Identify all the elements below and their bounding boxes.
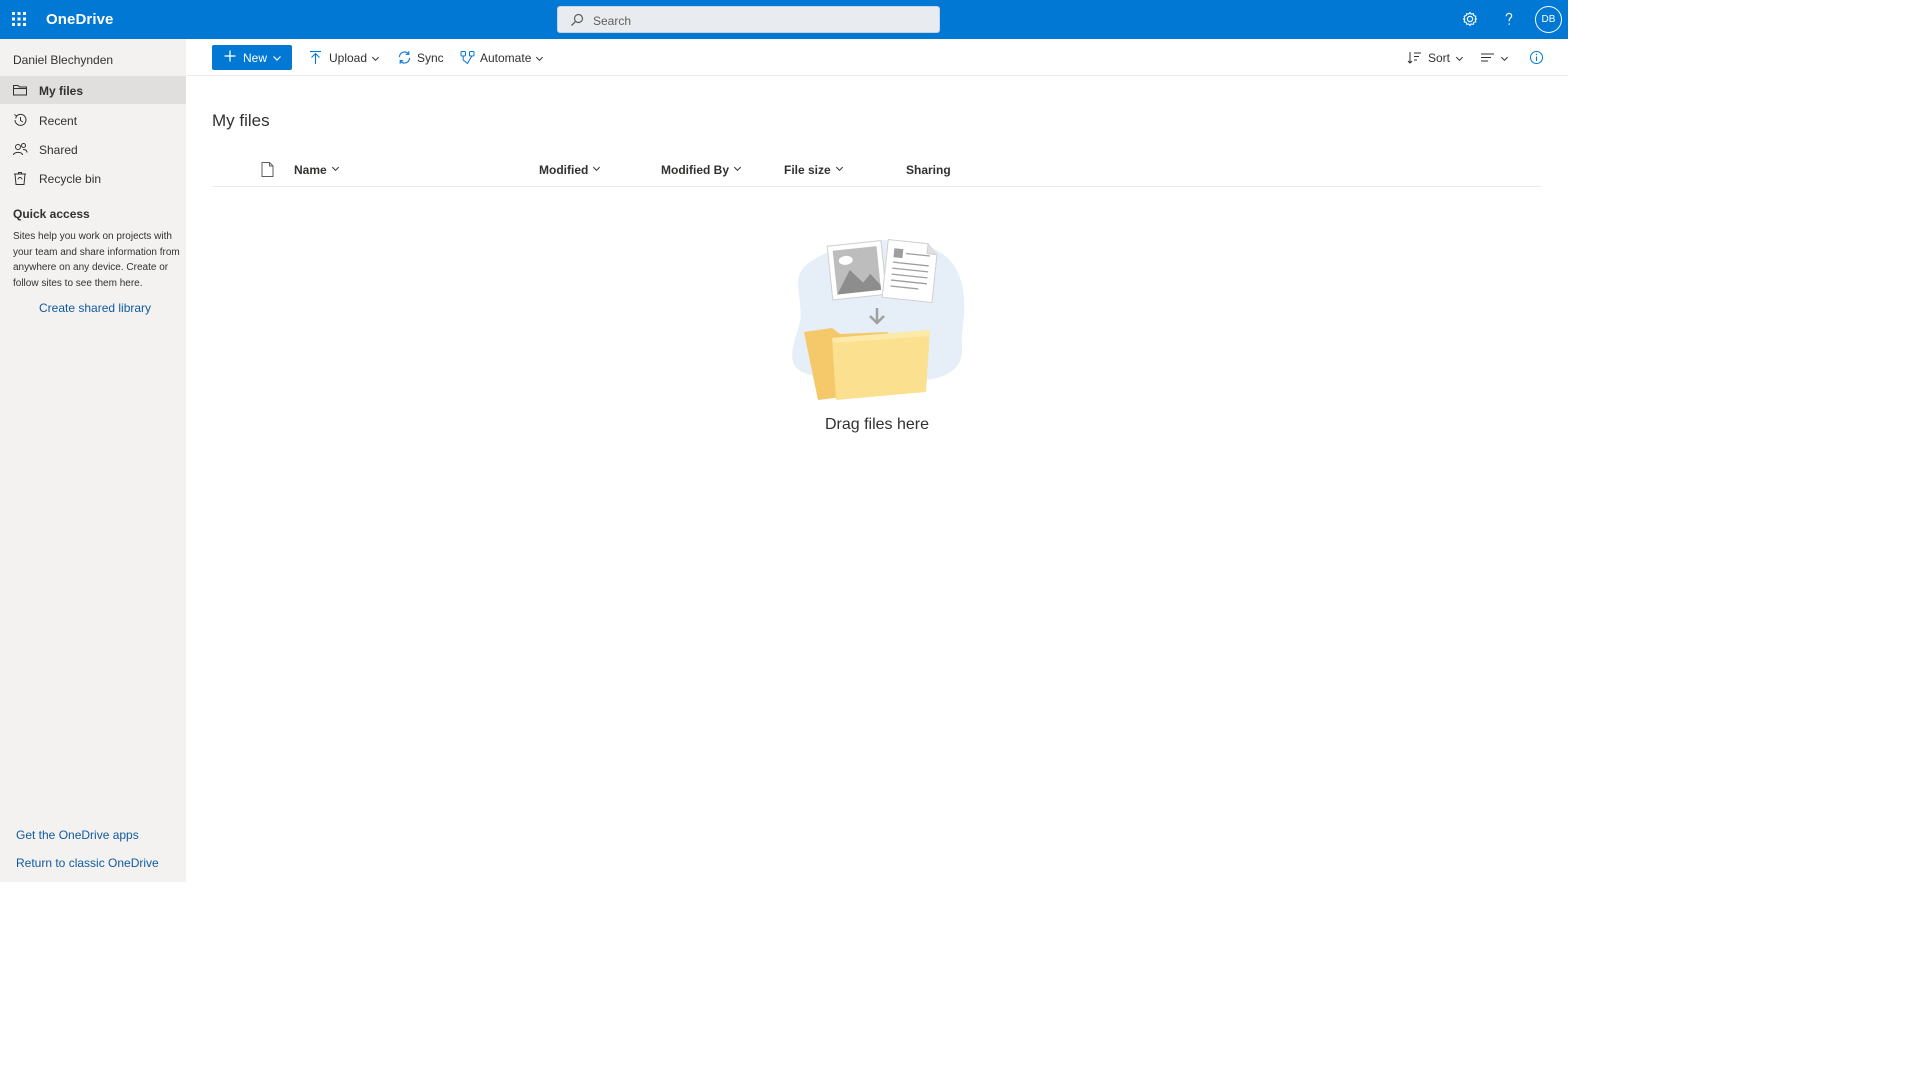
chevron-down-icon [593, 166, 601, 172]
upload-icon [310, 50, 321, 64]
sync-label: Sync [417, 51, 444, 65]
sync-button[interactable]: Sync [397, 45, 445, 70]
search-icon [571, 13, 584, 26]
column-header-modified-by[interactable]: Modified By [661, 163, 742, 177]
file-type-icon[interactable] [261, 162, 274, 177]
app-title[interactable]: OneDrive [46, 11, 114, 28]
help-icon[interactable] [1499, 9, 1519, 29]
sort-button[interactable]: Sort [1407, 45, 1465, 70]
quick-access-title: Quick access [13, 207, 90, 221]
empty-state-text: Drag files here [824, 416, 930, 433]
folder-icon [13, 85, 27, 96]
automate-label: Automate [480, 51, 532, 65]
sidebar-item-shared[interactable]: Shared [0, 135, 186, 163]
sidebar-item-recent[interactable]: Recent [0, 106, 186, 134]
sort-label: Sort [1428, 51, 1451, 65]
list-view-icon [1481, 53, 1494, 62]
user-name: Daniel Blechynden [13, 53, 114, 67]
sidebar-item-label: My files [39, 84, 84, 98]
sidebar-item-recycle-bin[interactable]: Recycle bin [0, 164, 186, 192]
file-list-header: Name Modified Modified By File size Shar… [212, 152, 1541, 187]
sidebar-item-my-files[interactable]: My files [0, 76, 186, 104]
new-button[interactable]: New [212, 45, 292, 70]
automate-icon [460, 51, 475, 65]
recycle-bin-icon [14, 172, 26, 185]
return-to-classic-link[interactable]: Return to classic OneDrive [16, 856, 159, 870]
sidebar-item-label: Shared [39, 143, 78, 157]
chevron-down-icon [835, 166, 843, 172]
sidebar-item-label: Recent [39, 114, 78, 128]
sort-icon [1407, 52, 1421, 64]
gear-icon[interactable] [1460, 9, 1480, 29]
column-header-modified[interactable]: Modified [539, 163, 601, 177]
create-shared-library-link[interactable]: Create shared library [39, 301, 151, 315]
chevron-down-icon [1455, 56, 1464, 62]
column-header-label: File size [784, 163, 831, 177]
upload-button[interactable]: Upload [308, 45, 380, 70]
sidebar-item-label: Recycle bin [39, 172, 102, 186]
new-button-label: New [243, 51, 268, 65]
history-icon [14, 113, 27, 126]
chevron-down-icon [1500, 56, 1509, 62]
column-header-file-size[interactable]: File size [784, 163, 844, 177]
chevron-down-icon [273, 56, 281, 61]
chevron-down-icon [535, 56, 544, 62]
command-bar: New Upload Sync Automate Sort [186, 39, 1568, 76]
search-input[interactable]: Search [557, 6, 940, 33]
column-header-label: Name [294, 163, 327, 177]
column-header-label: Modified By [661, 163, 729, 177]
info-icon [1530, 51, 1543, 64]
empty-folder-illustration [792, 239, 965, 400]
column-header-label: Sharing [906, 163, 951, 177]
sync-icon [398, 51, 411, 64]
search-placeholder: Search [593, 14, 632, 28]
get-onedrive-apps-link[interactable]: Get the OneDrive apps [16, 828, 139, 842]
details-pane-button[interactable] [1529, 45, 1545, 70]
column-header-label: Modified [539, 163, 589, 177]
top-bar: OneDrive Search DB [0, 0, 1568, 39]
column-header-name[interactable]: Name [294, 163, 340, 177]
app-launcher-icon[interactable] [10, 10, 28, 28]
page-title: My files [212, 111, 270, 130]
sidebar: Daniel Blechynden My files Recent Shared [0, 39, 186, 882]
avatar[interactable]: DB [1535, 6, 1562, 33]
plus-icon [224, 50, 236, 62]
upload-label: Upload [329, 51, 368, 65]
automate-button[interactable]: Automate [460, 45, 548, 70]
chevron-down-icon [371, 56, 380, 62]
column-header-sharing[interactable]: Sharing [906, 163, 951, 177]
people-icon [13, 143, 28, 156]
quick-access-description: Sites help you work on projects with you… [13, 231, 180, 289]
chevron-down-icon [331, 166, 339, 172]
view-options-button[interactable] [1480, 45, 1510, 70]
chevron-down-icon [733, 166, 742, 172]
